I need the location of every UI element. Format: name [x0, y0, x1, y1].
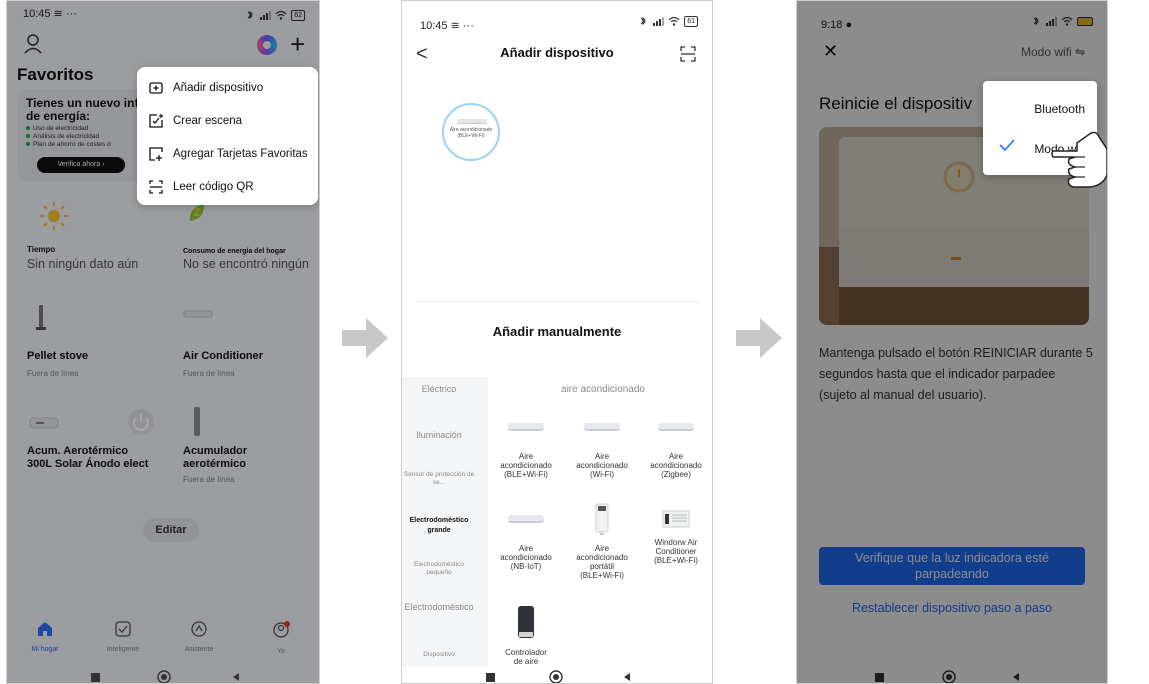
- menu-item-scan-qr[interactable]: Leer código QR: [137, 170, 318, 204]
- status-bar: 10:45 ≅ ··· 61: [402, 1, 712, 32]
- battery-icon: 61: [684, 15, 698, 27]
- check-icon: [999, 139, 1015, 151]
- device-tile-line: Aire: [518, 544, 534, 553]
- air-conditioner-icon: [508, 423, 544, 431]
- section-title: aire acondicionado: [561, 384, 645, 395]
- device-tile[interactable]: Aire acondicionado portátil (BLE+Wi-Fi): [564, 503, 640, 580]
- scan-qr-icon[interactable]: [680, 46, 696, 62]
- page-title: Añadir dispositivo: [500, 45, 614, 60]
- air-conditioner-icon: [658, 423, 694, 431]
- device-tile-line: Controlador: [505, 648, 547, 657]
- device-tile-line: Aire: [594, 452, 610, 461]
- option-bluetooth[interactable]: Bluetooth: [1034, 102, 1085, 116]
- device-tile[interactable]: Controlador de aire: [488, 605, 564, 666]
- menu-item-label: Crear escena: [173, 115, 243, 127]
- device-tile-line: acondicionado: [576, 553, 628, 562]
- discovered-device[interactable]: Aire acondicionado (BLE+Wi-Fi): [442, 103, 500, 161]
- device-tile[interactable]: Aire acondicionado (NB-IoT): [488, 505, 564, 571]
- device-tile-line: (BLE+Wi-Fi): [654, 556, 698, 565]
- discovered-device-label: Aire acondicionado (BLE+Wi-Fi): [449, 127, 493, 139]
- create-scene-icon: [149, 114, 163, 128]
- manual-add-title: Añadir manualmente: [492, 324, 622, 339]
- step-arrow-icon: [736, 318, 782, 358]
- category-item[interactable]: Iluminación: [402, 430, 476, 440]
- header: < Añadir dispositivo: [402, 41, 712, 69]
- device-tile-line: acondicionado: [500, 461, 552, 470]
- menu-item-label: Leer código QR: [173, 181, 254, 193]
- device-tile-line: Aire: [518, 452, 534, 461]
- device-tile-line: (Wi-Fi): [590, 470, 614, 479]
- portable-ac-icon: [595, 503, 609, 535]
- window-ac-icon: [662, 510, 690, 528]
- step-arrow-icon: [342, 318, 388, 358]
- category-item[interactable]: Electrodoméstico: [402, 602, 476, 612]
- scan-qr-icon: [149, 180, 163, 194]
- air-conditioner-icon: [584, 423, 620, 431]
- phone-home-screen: 10:45 ≅ ··· 62 + Favoritos Tienes un nue…: [6, 0, 320, 684]
- tutorial-strip: 10:45 ≅ ··· 62 + Favoritos Tienes un nue…: [0, 0, 1149, 684]
- device-tile-line: (Zigbee): [661, 470, 691, 479]
- device-tile[interactable]: Aire acondicionado (Wi-Fi): [564, 413, 640, 479]
- device-tile-line: acondicionado: [500, 553, 552, 562]
- air-conditioner-icon: [457, 119, 487, 124]
- device-tile-line: de aire: [513, 657, 539, 666]
- menu-item-add-device[interactable]: Añadir dispositivo: [137, 71, 318, 105]
- air-controller-icon: [518, 606, 534, 638]
- device-tile-line: acondicionado: [650, 461, 702, 470]
- wifi-icon: [668, 16, 680, 26]
- status-notification-icons: ≅ ···: [450, 20, 474, 32]
- category-item[interactable]: Electrodoméstico pequeño: [402, 561, 476, 577]
- add-device-icon: [149, 82, 163, 94]
- menu-item-label: Añadir dispositivo: [173, 82, 264, 94]
- device-tile[interactable]: Aire acondicionado (Zigbee): [638, 413, 712, 479]
- phone-add-device-screen: 10:45 ≅ ··· 61 < Añadir dispositivo Aire…: [401, 0, 713, 684]
- menu-item-label: Agregar Tarjetas Favoritas: [173, 148, 308, 160]
- add-card-icon: [149, 147, 163, 161]
- system-nav-icons[interactable]: [7, 669, 320, 684]
- device-tile-line: (BLE+Wi-Fi): [580, 571, 624, 580]
- device-tile-line: (BLE+Wi-Fi): [504, 470, 548, 479]
- category-item[interactable]: Eléctrico: [402, 384, 476, 394]
- device-tile-line: Aire: [594, 544, 610, 553]
- device-tile-line: portátil: [589, 562, 614, 571]
- device-tile[interactable]: Aire acondicionado (BLE+Wi-Fi): [488, 413, 564, 479]
- status-system-icons: 61: [638, 15, 698, 27]
- pointing-hand-icon: [1051, 131, 1107, 188]
- category-item-selected[interactable]: Electrodoméstico grande: [402, 516, 476, 536]
- bluetooth-icon: [640, 16, 646, 26]
- divider: [416, 301, 700, 302]
- menu-item-add-favorite-cards[interactable]: Agregar Tarjetas Favoritas: [137, 137, 318, 171]
- category-item[interactable]: Sensor de protección de se...: [402, 471, 476, 487]
- status-time: 10:45: [420, 20, 448, 32]
- add-menu-popup: Añadir dispositivo Crear escena Agregar …: [137, 67, 318, 205]
- device-tile-line: Aire: [668, 452, 684, 461]
- system-nav-icons[interactable]: [402, 669, 713, 684]
- device-tile-line: Windorw Air: [654, 538, 698, 547]
- category-item[interactable]: Dispositivo: [402, 651, 476, 659]
- device-tile-line: acondicionado: [576, 461, 628, 470]
- signal-icon: [653, 17, 665, 26]
- device-tile-line: Conditioner: [655, 547, 697, 556]
- device-tile[interactable]: Windorw Air Conditioner (BLE+Wi-Fi): [638, 505, 712, 565]
- device-tile-line: (NB-IoT): [510, 562, 542, 571]
- menu-item-create-scene[interactable]: Crear escena: [137, 104, 318, 138]
- air-conditioner-icon: [508, 515, 544, 523]
- phone-reset-device-screen: 9:18 ● ✕ Modo wifi ⇋ Reinicie el disposi…: [796, 0, 1108, 684]
- system-nav-bar: [402, 669, 713, 684]
- system-nav-bar: [7, 669, 320, 684]
